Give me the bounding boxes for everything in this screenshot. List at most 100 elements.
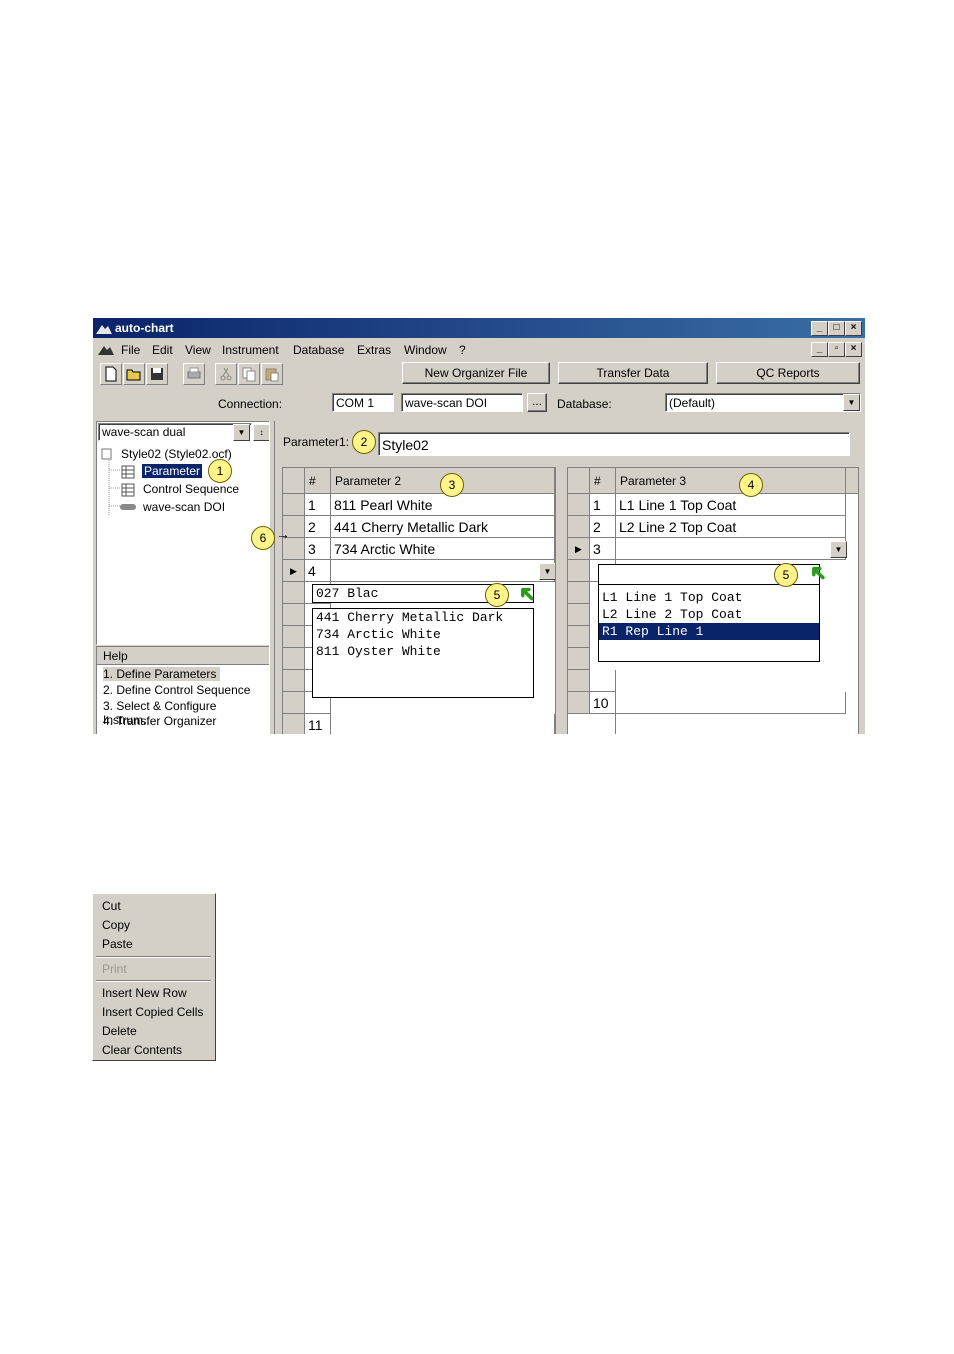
splitter-handle[interactable] <box>269 421 275 734</box>
menu-item-paste[interactable]: Paste <box>102 937 133 951</box>
dropdown-option-selected[interactable]: R1 Rep Line 1 <box>599 623 819 640</box>
grid2-row-num[interactable]: 3 <box>305 538 331 560</box>
com-port-field[interactable]: COM 1 <box>332 393 394 412</box>
dropdown-option[interactable]: 734 Arctic White <box>313 626 533 643</box>
dropdown-option[interactable]: 811 Oyster White <box>313 643 533 660</box>
save-icon[interactable] <box>146 363 168 385</box>
tree-item-control-sequence[interactable]: Control Sequence <box>143 482 239 496</box>
instrument-select[interactable]: wave-scan dual <box>98 423 252 441</box>
row-selector[interactable] <box>568 626 590 648</box>
grid3-row-value[interactable] <box>616 538 846 560</box>
row-selector[interactable] <box>568 692 590 714</box>
close-icon[interactable]: × <box>845 321 862 336</box>
grid2-row-num[interactable]: 2 <box>305 516 331 538</box>
row-selector[interactable] <box>568 582 590 604</box>
grid2-row-value[interactable] <box>331 560 555 582</box>
menu-item-copy[interactable]: Copy <box>102 918 130 932</box>
doc-close-icon[interactable]: × <box>845 342 862 357</box>
row-selector[interactable] <box>283 714 305 734</box>
menu-item-insert-copied-cells[interactable]: Insert Copied Cells <box>102 1005 203 1019</box>
menu-item-cut[interactable]: Cut <box>102 899 121 913</box>
row-selector[interactable] <box>283 604 305 626</box>
row-selector[interactable] <box>568 604 590 626</box>
database-select[interactable]: (Default) <box>665 393 861 412</box>
scroll-spinner-icon[interactable]: ↕ <box>253 424 270 441</box>
help-step-1[interactable]: 1. Define Parameters <box>103 667 221 681</box>
doc-restore-icon[interactable]: ▫ <box>828 342 845 357</box>
dropdown-option[interactable]: L1 Line 1 Top Coat <box>599 589 819 606</box>
chevron-down-icon[interactable]: ▼ <box>233 424 250 441</box>
chevron-down-icon[interactable]: ▼ <box>843 394 860 411</box>
menu-item-clear-contents[interactable]: Clear Contents <box>102 1043 182 1057</box>
menu-file[interactable]: File <box>121 343 140 357</box>
grid3-row-num[interactable]: 1 <box>590 494 616 516</box>
tree-item-wave-scan-doi[interactable]: wave-scan DOI <box>143 500 225 514</box>
help-step-4[interactable]: 4. Transfer Organizer <box>103 714 216 728</box>
help-step-2[interactable]: 2. Define Control Sequence <box>103 683 250 697</box>
row-selector[interactable] <box>283 626 305 648</box>
menu-extras[interactable]: Extras <box>357 343 391 357</box>
paste-icon[interactable] <box>261 363 283 385</box>
menu-item-insert-new-row[interactable]: Insert New Row <box>102 986 187 1000</box>
grid3-row-num[interactable]: 3 <box>590 538 616 560</box>
grid2-num-header[interactable]: # <box>305 468 331 494</box>
grid2-row-value[interactable]: 811 Pearl White <box>331 494 555 516</box>
menu-item-delete[interactable]: Delete <box>102 1024 137 1038</box>
grid3-row-num[interactable]: 10 <box>590 692 616 714</box>
grid2-row-num[interactable]: 4 <box>305 560 331 582</box>
row-selector[interactable] <box>568 516 590 538</box>
menu-database[interactable]: Database <box>293 343 344 357</box>
row-selector[interactable] <box>568 494 590 516</box>
grid3-num-header[interactable]: # <box>590 468 616 494</box>
row-selector[interactable] <box>568 648 590 670</box>
grid2-empty-cell[interactable] <box>331 714 555 734</box>
device-field[interactable]: wave-scan DOI <box>401 393 523 412</box>
parameter1-input[interactable]: Style02 <box>378 432 850 456</box>
grid2-row-num[interactable]: 11 <box>305 714 331 734</box>
parameter3-dropdown-list[interactable]: L1 Line 1 Top Coat L2 Line 2 Top Coat R1… <box>598 584 820 662</box>
grid3-row-num[interactable]: 2 <box>590 516 616 538</box>
grid2-row-num[interactable]: 1 <box>305 494 331 516</box>
chevron-down-icon[interactable]: ▼ <box>830 541 847 558</box>
dropdown-option[interactable]: 441 Cherry Metallic Dark <box>313 609 533 626</box>
menu-view[interactable]: View <box>185 343 211 357</box>
grid3-empty-cell[interactable] <box>590 714 616 734</box>
cut-icon[interactable] <box>215 363 237 385</box>
chevron-down-icon[interactable]: ▼ <box>539 563 555 580</box>
menu-instrument[interactable]: Instrument <box>222 343 279 357</box>
row-selector[interactable] <box>283 648 305 670</box>
grid2-row-value[interactable]: 441 Cherry Metallic Dark <box>331 516 555 538</box>
parameter2-dropdown-list[interactable]: 441 Cherry Metallic Dark 734 Arctic Whit… <box>312 608 534 698</box>
grid2-row-value[interactable]: 734 Arctic White <box>331 538 555 560</box>
minimize-icon[interactable]: _ <box>811 321 828 336</box>
browse-button[interactable]: ... <box>527 393 547 412</box>
grid3-row-value[interactable]: L2 Line 2 Top Coat <box>616 516 846 538</box>
new-organizer-file-button[interactable]: New Organizer File <box>402 362 550 384</box>
grid3-name-header[interactable]: Parameter 3 <box>616 468 846 494</box>
row-selector[interactable] <box>283 582 305 604</box>
title-bar[interactable]: auto-chart _ □ × <box>93 318 865 338</box>
dropdown-option[interactable]: L2 Line 2 Top Coat <box>599 606 819 623</box>
menu-help[interactable]: ? <box>459 343 466 357</box>
grid3-empty-cell[interactable] <box>616 692 846 714</box>
qc-reports-button[interactable]: QC Reports <box>716 362 860 384</box>
doc-minimize-icon[interactable]: _ <box>811 342 828 357</box>
current-row-arrow-icon[interactable]: ▶ <box>568 538 590 560</box>
print-icon[interactable] <box>183 363 205 385</box>
current-row-arrow-icon[interactable]: ▶ <box>283 560 305 582</box>
grid3-row-value[interactable]: L1 Line 1 Top Coat <box>616 494 846 516</box>
copy-icon[interactable] <box>238 363 260 385</box>
new-file-icon[interactable] <box>100 363 122 385</box>
row-selector[interactable] <box>283 692 305 714</box>
tree-item-parameter[interactable]: Parameter <box>142 464 203 478</box>
transfer-data-button[interactable]: Transfer Data <box>558 362 708 384</box>
row-selector[interactable] <box>568 560 590 582</box>
row-selector[interactable] <box>283 494 305 516</box>
menu-window[interactable]: Window <box>404 343 447 357</box>
maximize-icon[interactable]: □ <box>828 321 845 336</box>
open-folder-icon[interactable] <box>123 363 145 385</box>
menu-edit[interactable]: Edit <box>152 343 173 357</box>
row-selector[interactable] <box>283 670 305 692</box>
row-selector[interactable] <box>568 670 590 692</box>
grid3-empty-cell[interactable] <box>590 670 616 692</box>
